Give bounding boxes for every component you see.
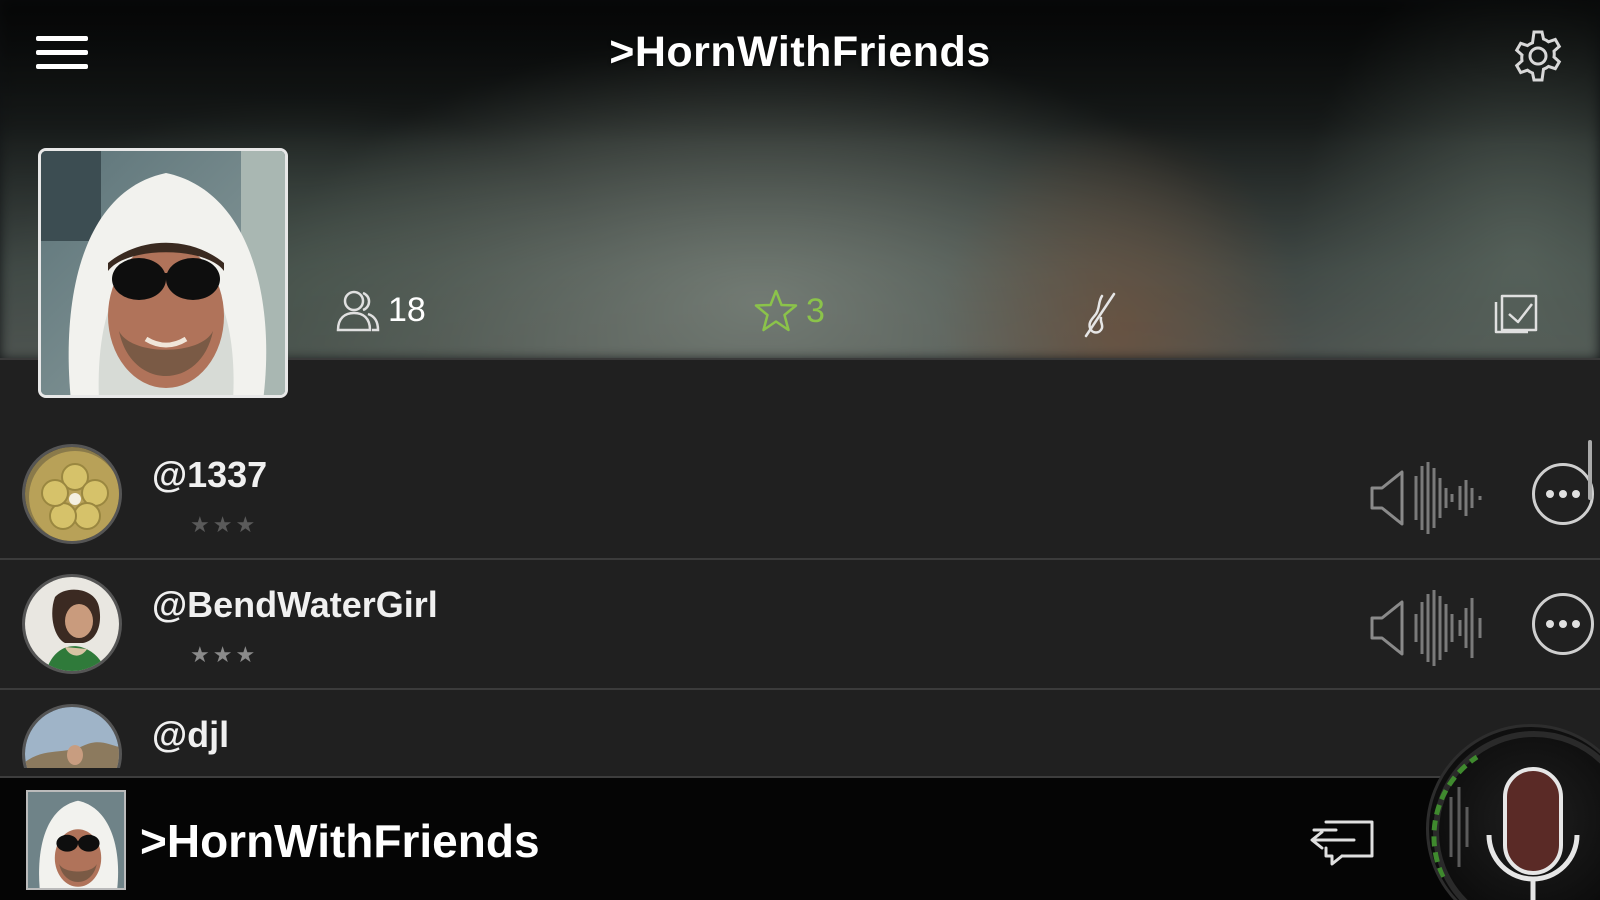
avatar[interactable] xyxy=(22,444,122,544)
play-voice-button[interactable] xyxy=(1368,588,1498,668)
inbox-check-icon xyxy=(1494,294,1538,334)
member-rating: ★★★ xyxy=(190,512,259,537)
now-playing-thumbnail[interactable] xyxy=(26,790,126,890)
list-item[interactable]: @1337 ★★★ xyxy=(0,430,1600,560)
list-item[interactable]: @BendWaterGirl ★★★ xyxy=(0,560,1600,690)
mute-channel-button[interactable] xyxy=(1080,290,1120,345)
now-playing-title[interactable]: >HornWithFriends xyxy=(140,814,540,868)
page-title: >HornWithFriends xyxy=(609,28,991,76)
exit-channel-icon xyxy=(1310,820,1374,866)
muted-horn-icon xyxy=(1084,292,1116,338)
member-handle[interactable]: @BendWaterGirl xyxy=(152,584,438,626)
channel-photo[interactable] xyxy=(38,148,288,398)
member-avatar-girl xyxy=(25,577,119,671)
member-avatar-landscape xyxy=(25,707,119,768)
more-options-button[interactable] xyxy=(1532,593,1594,655)
avatar[interactable] xyxy=(22,574,122,674)
members-count[interactable]: 18 xyxy=(334,288,426,332)
play-voice-button[interactable] xyxy=(1368,458,1498,538)
gear-icon xyxy=(1514,30,1562,82)
now-playing-bar[interactable]: >HornWithFriends xyxy=(0,776,1600,900)
settings-button[interactable] xyxy=(1508,26,1568,86)
member-handle[interactable]: @1337 xyxy=(152,454,267,496)
more-options-button[interactable] xyxy=(1532,463,1594,525)
channel-owner-thumbnail xyxy=(28,792,124,888)
member-handle[interactable]: @djl xyxy=(152,714,229,756)
member-list[interactable]: @1337 ★★★ @BendWaterGirl ★★★ @djl xyxy=(0,430,1600,768)
list-item[interactable]: @djl xyxy=(0,690,1600,768)
more-dots-icon xyxy=(1546,490,1554,498)
exit-channel-button[interactable] xyxy=(1306,814,1378,875)
speaker-waveform-icon xyxy=(1370,462,1482,534)
favorites-count[interactable]: 3 xyxy=(752,288,825,334)
avatar[interactable] xyxy=(22,704,122,768)
people-icon xyxy=(336,290,380,332)
member-rating: ★★★ xyxy=(190,642,259,667)
members-count-label: 18 xyxy=(388,290,426,329)
favorites-count-label: 3 xyxy=(806,291,825,330)
more-dots-icon xyxy=(1546,620,1554,628)
channel-owner-photo xyxy=(41,151,285,395)
mark-read-button[interactable] xyxy=(1494,292,1540,339)
list-scrollbar[interactable] xyxy=(1588,440,1592,500)
star-icon xyxy=(754,289,798,332)
member-avatar-flower xyxy=(25,447,119,541)
speaker-waveform-icon xyxy=(1370,590,1482,666)
